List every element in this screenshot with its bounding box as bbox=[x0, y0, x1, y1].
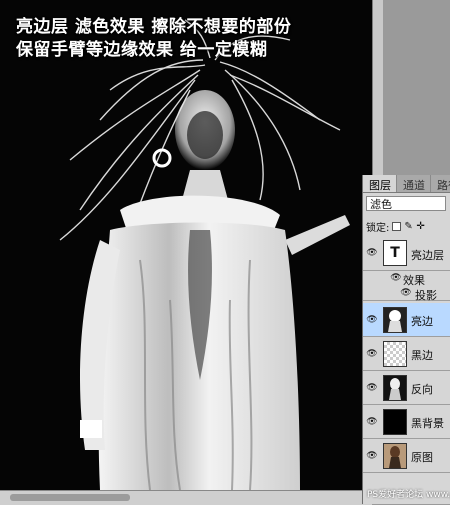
layer-name: 反向 bbox=[411, 383, 433, 396]
layer-row[interactable]: 👁 T 亮边层 bbox=[363, 235, 450, 271]
lock-row: 锁定: ✎ ✛ bbox=[366, 219, 425, 234]
visibility-eye-icon[interactable]: 👁 bbox=[365, 247, 379, 259]
caption-line-2: 保留手臂等边缘效果 给一定模糊 bbox=[16, 40, 268, 60]
effects-row[interactable]: 👁 效果 bbox=[363, 271, 450, 287]
lock-transparency-icon[interactable] bbox=[392, 221, 402, 231]
vertical-scrollbar[interactable] bbox=[372, 0, 383, 175]
layer-name: 原图 bbox=[411, 451, 433, 464]
layer-name: 亮边层 bbox=[411, 249, 444, 262]
inverted-photo bbox=[59, 19, 350, 490]
layer-name: 亮边 bbox=[411, 315, 433, 328]
blend-mode-select[interactable]: 滤色 bbox=[366, 196, 446, 211]
layers-panel: 图层 通道 路径 滤色 锁定: ✎ ✛ 👁 T 亮边层 👁 效果 👁 投影 👁 … bbox=[362, 175, 450, 504]
visibility-eye-icon[interactable]: 👁 bbox=[365, 314, 379, 326]
scroll-thumb[interactable] bbox=[10, 494, 130, 501]
layer-thumb bbox=[383, 409, 407, 435]
layer-thumb bbox=[383, 307, 407, 333]
layer-name: 黑背景 bbox=[411, 417, 444, 430]
lock-move-icon[interactable]: ✛ bbox=[416, 221, 425, 231]
visibility-eye-icon[interactable]: 👁 bbox=[389, 272, 403, 284]
tab-paths[interactable]: 路径 bbox=[431, 175, 450, 192]
layer-thumb bbox=[383, 341, 407, 367]
layer-thumb bbox=[383, 375, 407, 401]
effect-item-row[interactable]: 👁 投影 bbox=[363, 286, 450, 302]
effect-item-label: 投影 bbox=[415, 289, 437, 302]
visibility-eye-icon[interactable]: 👁 bbox=[399, 287, 413, 299]
horizontal-scrollbar[interactable] bbox=[0, 490, 372, 505]
layer-name: 黑边 bbox=[411, 349, 433, 362]
arm bbox=[285, 215, 350, 255]
visibility-eye-icon[interactable]: 👁 bbox=[365, 382, 379, 394]
visibility-eye-icon[interactable]: 👁 bbox=[365, 416, 379, 428]
layer-row[interactable]: 👁 黑边 bbox=[363, 337, 450, 371]
layer-thumb bbox=[383, 443, 407, 469]
layer-row-selected[interactable]: 👁 亮边 bbox=[363, 303, 450, 337]
layer-row[interactable]: 👁 原图 bbox=[363, 439, 450, 473]
layer-row[interactable]: 👁 黑背景 bbox=[363, 405, 450, 439]
caption-line-1: 亮边层 滤色效果 擦除不想要的部份 bbox=[16, 17, 292, 37]
visibility-eye-icon[interactable]: 👁 bbox=[365, 348, 379, 360]
lock-label: 锁定: bbox=[366, 222, 390, 234]
panel-tabs: 图层 通道 路径 bbox=[363, 175, 450, 193]
layer-row[interactable]: 👁 反向 bbox=[363, 371, 450, 405]
document-canvas[interactable]: 亮边层 滤色效果 擦除不想要的部份 保留手臂等边缘效果 给一定模糊 bbox=[0, 0, 372, 490]
tab-channels[interactable]: 通道 bbox=[397, 175, 431, 192]
visibility-eye-icon[interactable]: 👁 bbox=[365, 450, 379, 462]
watermark: PS爱好者论坛 www.ps2000.cn bbox=[367, 490, 450, 500]
tab-layers[interactable]: 图层 bbox=[363, 175, 397, 192]
lock-paint-icon[interactable]: ✎ bbox=[404, 221, 413, 231]
text-layer-thumb: T bbox=[383, 240, 407, 266]
